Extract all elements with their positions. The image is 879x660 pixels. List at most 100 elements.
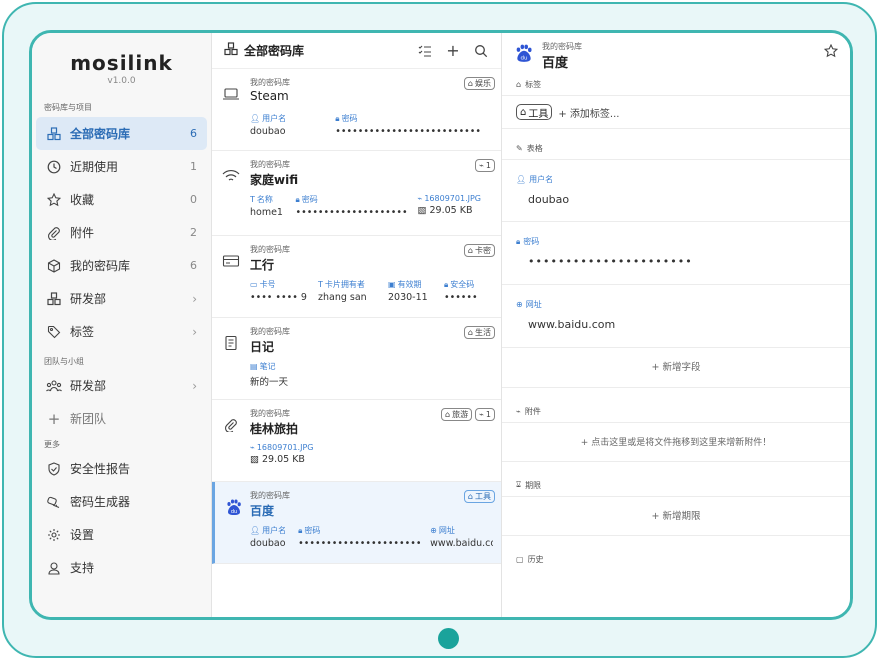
field-label: ▭ 卡号 [250, 280, 276, 289]
item-vault: 我的密码库 [250, 327, 290, 336]
sidebar-item-team-rnd[interactable]: 研发部 › [36, 369, 207, 402]
favorite-star-icon[interactable] [823, 43, 839, 62]
field-label: T 名称 [250, 195, 273, 204]
vaults-icon [46, 291, 62, 307]
username-row[interactable]: 👤︎ 用户名 doubao [502, 159, 850, 222]
item-vault: 我的密码库 [250, 160, 290, 169]
username-value[interactable]: doubao [516, 193, 836, 206]
svg-text:du: du [520, 56, 528, 62]
nav-teams: 研发部 › + 新团队 [32, 369, 211, 435]
sidebar-item-label: 研发部 [70, 292, 107, 306]
image-file-icon: ▧ [250, 454, 259, 465]
list-title: 全部密码库 [244, 44, 305, 58]
sidebar-item-security-report[interactable]: 安全性报告 [36, 452, 207, 485]
tag-badge[interactable]: ⌂ 工具 [463, 490, 495, 503]
add-field-button[interactable]: + 新增字段 [502, 348, 850, 388]
password-row[interactable]: 🔒︎ 密码 •••••••••••••••••••••• [502, 222, 850, 285]
tag-label: 旅游 [452, 410, 469, 419]
sidebar-item-label: 近期使用 [70, 160, 119, 174]
sidebar-item-all-vaults[interactable]: 全部密码库 6 [36, 117, 207, 150]
list-item[interactable]: 我的密码库 日记 ⌂ 生活 ▤ 笔记 新的一天 [212, 318, 501, 400]
tag-icon: ⌂ [467, 246, 473, 255]
list-item[interactable]: 我的密码库 桂林旅拍 ⌂ 旅游 ⌁ 1 ⌁ 16809701.JPG ▧ 29.05 KB [212, 400, 501, 482]
sidebar-item-new-team[interactable]: + 新团队 [36, 402, 207, 435]
section-title-vaults: 密码库与项目 [44, 103, 92, 112]
item-vault: 我的密码库 [250, 245, 290, 254]
paperclip-icon: ⌁ [516, 406, 521, 416]
field-value: 2030-11 [388, 292, 428, 303]
sidebar-item-label: 支持 [70, 561, 95, 575]
tag-icon: ⌂ [467, 79, 473, 88]
tag-icon: ⌂ [516, 79, 522, 89]
password-value[interactable]: •••••••••••••••••••••• [516, 255, 836, 268]
attachment-link[interactable]: ⌁ 16809701.JPG [250, 443, 313, 452]
detail-tag[interactable]: ⌂ 工具 [516, 104, 553, 120]
sidebar-item-label: 新团队 [70, 412, 107, 426]
sidebar-item-label: 我的密码库 [70, 259, 131, 273]
url-value[interactable]: www.baidu.com [516, 318, 836, 331]
lock-icon: 🔒︎ [444, 279, 449, 289]
sidebar-item-recent[interactable]: 近期使用 1 [36, 150, 207, 183]
sidebar-item-tags[interactable]: 标签 › [36, 315, 207, 348]
sidebar-item-settings[interactable]: 设置 [36, 518, 207, 551]
sidebar-item-my-vault[interactable]: 我的密码库 6 [36, 249, 207, 282]
add-expiry-button[interactable]: + 新增期限 [502, 496, 850, 536]
section-expiry: ⌛︎ 期限 [516, 480, 542, 490]
text-icon: T [318, 280, 323, 289]
attachment-link[interactable]: ⌁ 16809701.JPG [418, 194, 481, 203]
gear-icon [46, 527, 62, 543]
field-label: 👤︎ 用户名 [250, 526, 287, 535]
sidebar-item-label: 全部密码库 [70, 127, 131, 141]
multi-select-icon[interactable] [417, 43, 433, 59]
sidebar-item-attachments[interactable]: 附件 2 [36, 216, 207, 249]
item-vault: 我的密码库 [250, 491, 290, 500]
field-value: •••••• [444, 292, 478, 303]
tag-icon [46, 324, 62, 340]
chevron-right-icon: › [192, 324, 197, 339]
list-item-selected[interactable]: du 我的密码库 百度 ⌂ 工具 👤︎ 用户名 doubao 🔒︎ 密码 ••••••••… [212, 482, 501, 564]
cube-icon [46, 258, 62, 274]
sidebar-item-support[interactable]: 支持 [36, 551, 207, 584]
add-item-icon[interactable]: + [445, 41, 461, 60]
tag-badge[interactable]: ⌂ 娱乐 [463, 77, 495, 90]
detail-vault: 我的密码库 [542, 42, 582, 51]
section-tags: ⌂ 标签 [516, 79, 542, 89]
globe-icon: ⊕ [430, 526, 437, 535]
lock-icon: 🔒︎ [295, 194, 300, 204]
add-tag-button[interactable]: + 添加标签... [558, 105, 619, 120]
url-row[interactable]: ⊕ 网址 www.baidu.com [502, 285, 850, 348]
tag-badge[interactable]: ⌂ 卡密 [463, 244, 495, 257]
home-button[interactable] [438, 628, 459, 649]
list-item[interactable]: 我的密码库 Steam ⌂ 娱乐 👤︎ 用户名 doubao 🔒︎ 密码 ••••••••… [212, 69, 501, 151]
item-list-panel: 全部密码库 + 我的密码库 Steam ⌂ 娱乐 👤︎ 用户名 doubao 🔒︎ 密码… [212, 33, 502, 617]
list-item[interactable]: 我的密码库 工行 ⌂ 卡密 ▭ 卡号 •••• •••• 9 T 卡片拥有者 zhang … [212, 236, 501, 318]
vaults-icon [224, 41, 238, 60]
sidebar-item-label: 设置 [70, 528, 95, 542]
attachment-count-badge: ⌁ 1 [475, 159, 495, 172]
sidebar-item-count: 6 [190, 259, 197, 272]
list-header: 全部密码库 + [212, 33, 501, 69]
tag-icon: ⌂ [520, 106, 527, 118]
field-value: doubao [250, 538, 286, 549]
app-version: v1.0.0 [107, 76, 136, 86]
add-attachment-dropzone[interactable]: + 点击这里或是将文件拖移到这里来增新附件！ [502, 422, 850, 462]
sidebar-item-password-generator[interactable]: 密码生成器 [36, 485, 207, 518]
sidebar-item-favorites[interactable]: 收藏 0 [36, 183, 207, 216]
sidebar-item-count: 6 [190, 127, 197, 140]
list-item[interactable]: 我的密码库 家庭wifi ⌁ 1 T 名称 home1 🔒︎ 密码 •••••••••••… [212, 151, 501, 236]
nav-more: 安全性报告 密码生成器 设置 支持 [32, 452, 211, 584]
attachment-count: 1 [485, 161, 491, 170]
svg-text:du: du [231, 509, 237, 515]
tag-badge[interactable]: ⌂ 生活 [463, 326, 495, 339]
card-icon [222, 252, 240, 270]
logo-text: mosilink [70, 51, 173, 75]
sidebar-item-rnd-vault[interactable]: 研发部 › [36, 282, 207, 315]
section-title-teams: 团队与小组 [44, 357, 84, 366]
attachment-count-badge: ⌁ 1 [475, 408, 495, 421]
search-icon[interactable] [473, 43, 489, 59]
paperclip-icon: ⌁ [479, 161, 484, 170]
field-label: ⊕ 网址 [516, 300, 542, 309]
history-icon: ▢ [516, 554, 524, 564]
item-name: 家庭wifi [250, 173, 299, 187]
tag-badge[interactable]: ⌂ 旅游 [441, 408, 473, 421]
